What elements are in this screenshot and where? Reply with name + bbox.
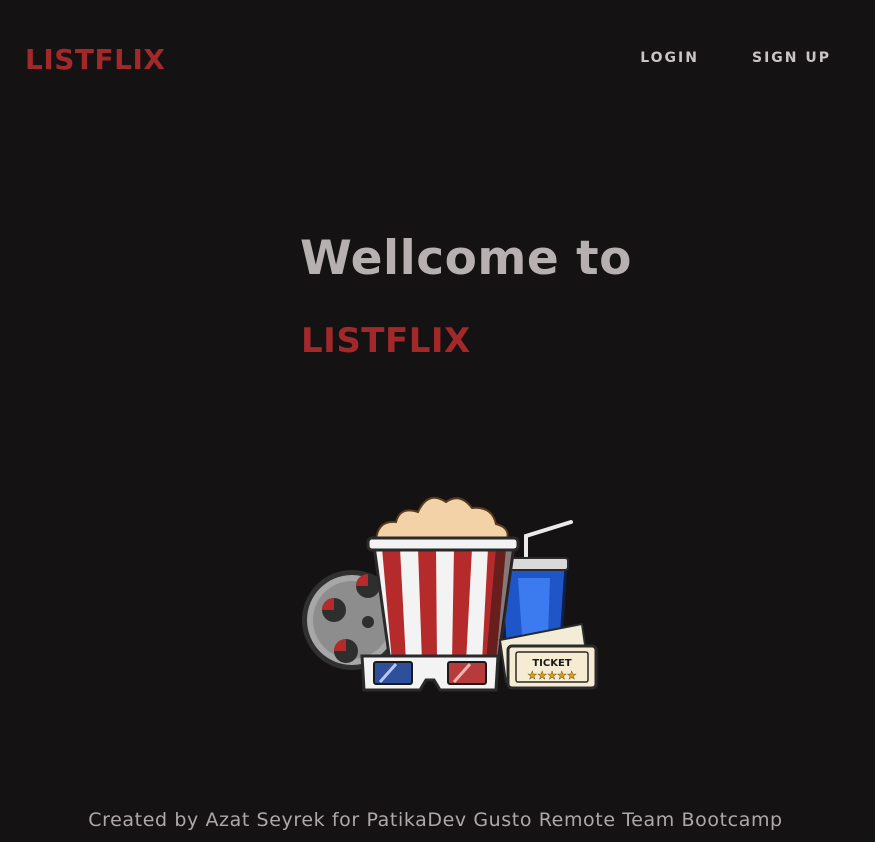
cinema-illustration: TICKET ★★★★★ bbox=[302, 496, 598, 692]
footer-credit: Created by Azat Seyrek for PatikaDev Gus… bbox=[88, 809, 783, 831]
ticket-label: TICKET bbox=[532, 658, 571, 669]
main-nav: LOGIN SIGN UP bbox=[640, 48, 831, 68]
hero-brand: LISTFLIX bbox=[301, 321, 471, 361]
login-link[interactable]: LOGIN bbox=[640, 48, 699, 68]
brand-logo[interactable]: LISTFLIX bbox=[25, 42, 166, 78]
popcorn-icon bbox=[366, 496, 520, 664]
hero-title: Wellcome to bbox=[300, 231, 632, 286]
rating-stars-icon: ★★★★★ bbox=[527, 669, 576, 682]
signup-link[interactable]: SIGN UP bbox=[752, 48, 831, 68]
3d-glasses-icon bbox=[360, 654, 500, 692]
